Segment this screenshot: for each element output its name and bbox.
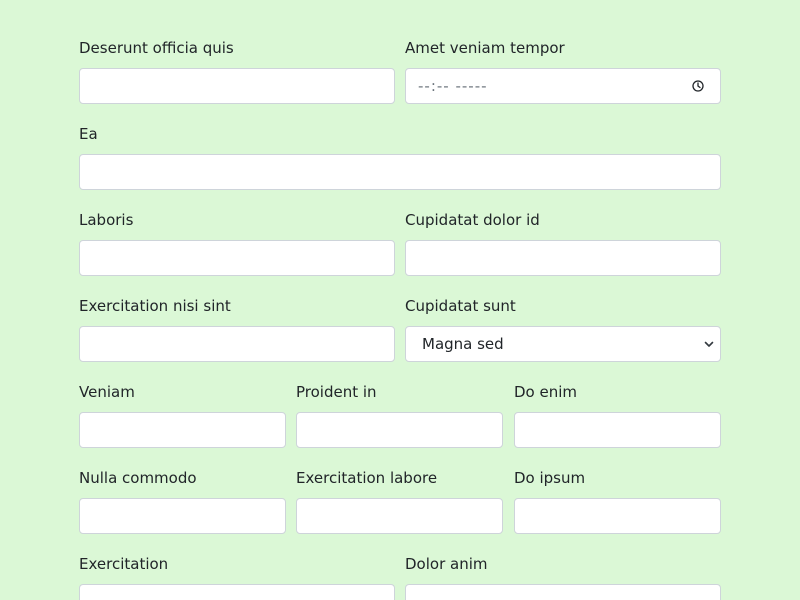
text-input[interactable] [296, 412, 503, 448]
text-input[interactable] [79, 68, 395, 104]
text-input[interactable] [79, 154, 721, 190]
field-label: Exercitation nisi sint [79, 297, 231, 315]
select-value: Magna sed [422, 335, 504, 353]
form: Deserunt officia quis Amet veniam tempor… [0, 0, 800, 600]
field-label: Cupidatat sunt [405, 297, 516, 315]
field-label: Amet veniam tempor [405, 39, 565, 57]
field-label: Exercitation [79, 555, 169, 573]
text-input[interactable] [405, 584, 721, 600]
text-input[interactable] [79, 240, 395, 276]
field-label: Laboris [79, 211, 134, 229]
text-input[interactable] [296, 498, 503, 534]
time-input[interactable]: --:-- ----- [405, 68, 721, 104]
text-input[interactable] [514, 412, 721, 448]
time-placeholder: --:-- ----- [418, 77, 488, 95]
chevron-down-icon [704, 341, 714, 347]
field-label: Deserunt officia quis [79, 39, 234, 57]
select-dropdown[interactable]: Magna sed [405, 326, 721, 362]
text-input[interactable] [514, 498, 721, 534]
field-label: Do ipsum [514, 469, 586, 487]
text-input[interactable] [79, 584, 395, 600]
field-label: Dolor anim [405, 555, 488, 573]
text-input[interactable] [79, 412, 286, 448]
text-input[interactable] [79, 326, 395, 362]
field-label: Cupidatat dolor id [405, 211, 540, 229]
field-label: Do enim [514, 383, 578, 401]
field-label: Ea [79, 125, 98, 143]
text-input[interactable] [79, 498, 286, 534]
field-label: Nulla commodo [79, 469, 197, 487]
field-label: Proident in [296, 383, 377, 401]
field-label: Veniam [79, 383, 135, 401]
field-label: Exercitation labore [296, 469, 438, 487]
text-input[interactable] [405, 240, 721, 276]
clock-icon[interactable] [692, 80, 704, 92]
